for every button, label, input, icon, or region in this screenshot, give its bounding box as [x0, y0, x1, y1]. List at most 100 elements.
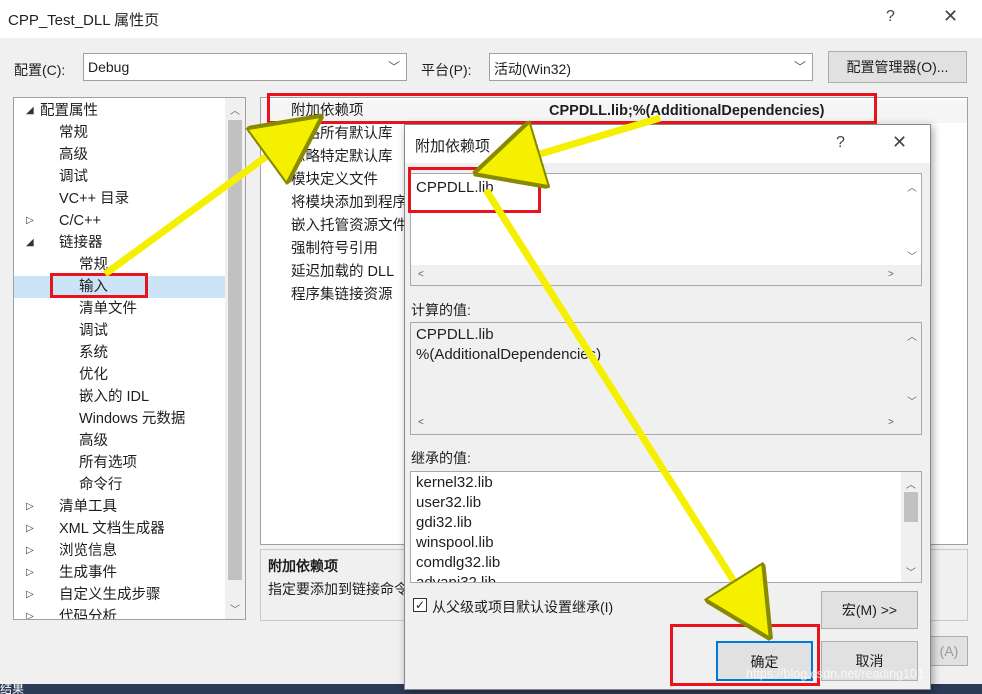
tree-item[interactable]: 常规: [14, 122, 225, 144]
config-manager-button[interactable]: 配置管理器(O)...: [828, 51, 967, 83]
tree-item-label: VC++ 目录: [59, 191, 130, 207]
tree-item[interactable]: Windows 元数据: [14, 408, 225, 430]
tree-item[interactable]: 命令行: [14, 474, 225, 496]
tree-item-label: 高级: [59, 147, 88, 163]
scroll-down-icon[interactable]: ﹀: [230, 601, 240, 616]
tree-item-label: 调试: [59, 169, 88, 185]
collapsed-twisty-icon[interactable]: ▷: [26, 606, 34, 619]
scroll-up-icon[interactable]: ︿: [907, 179, 917, 194]
property-name: 程序集链接资源: [291, 287, 393, 303]
tree-item-label: 高级: [79, 433, 108, 449]
tree-item-label: 生成事件: [59, 565, 117, 581]
tree-item-label: 代码分析: [59, 609, 117, 620]
tree-scroll-thumb[interactable]: [228, 120, 242, 580]
property-name: 模块定义文件: [291, 172, 378, 188]
close-icon[interactable]: ✕: [892, 132, 907, 153]
scroll-left-icon[interactable]: <: [418, 269, 424, 280]
collapsed-twisty-icon[interactable]: ▷: [26, 540, 34, 562]
tree-item-label: 清单工具: [59, 499, 117, 515]
tree-item[interactable]: 调试: [14, 166, 225, 188]
help-icon[interactable]: ?: [886, 8, 895, 26]
tree-item[interactable]: 嵌入的 IDL: [14, 386, 225, 408]
tree-scrollbar[interactable]: ︿ ﹀: [225, 98, 245, 619]
computed-values-box: CPPDLL.lib %(AdditionalDependencies) ︿ ﹀…: [410, 322, 922, 435]
watermark: https://blog.csdn.net/reading101: [746, 667, 924, 681]
collapsed-twisty-icon[interactable]: ▷: [26, 496, 34, 518]
tree-item[interactable]: ◢ 链接器: [14, 232, 225, 254]
collapsed-twisty-icon[interactable]: ▷: [26, 562, 34, 584]
dialog-title: 附加依赖项: [415, 138, 491, 155]
tree-item[interactable]: ▷ 代码分析: [14, 606, 225, 620]
tree-item-label: C/C++: [59, 213, 101, 229]
dependencies-edit-text[interactable]: CPPDLL.lib: [416, 179, 494, 196]
scroll-up-icon[interactable]: ︿: [907, 328, 917, 343]
inherit-checkbox[interactable]: ✓: [413, 598, 427, 612]
property-name: 强制符号引用: [291, 241, 378, 257]
scroll-down-icon[interactable]: ﹀: [906, 564, 916, 579]
collapsed-twisty-icon[interactable]: ▷: [26, 210, 34, 232]
tree-item-label: 常规: [79, 257, 108, 273]
description-heading: 附加依赖项: [268, 558, 338, 574]
scroll-up-icon[interactable]: ︿: [230, 102, 240, 117]
tree-item[interactable]: ▷ 自定义生成步骤: [14, 584, 225, 606]
tree-item[interactable]: VC++ 目录: [14, 188, 225, 210]
tree-item-label: 输入: [79, 279, 108, 295]
computed-horizontal-scrollbar[interactable]: < >: [411, 413, 921, 433]
tree-item-label: 链接器: [59, 235, 103, 251]
tree-item-label: 优化: [79, 367, 108, 383]
property-name: 延迟加载的 DLL: [291, 264, 395, 280]
collapsed-twisty-icon[interactable]: ▷: [26, 518, 34, 540]
property-name: 忽略特定默认库: [291, 149, 393, 165]
expanded-twisty-icon[interactable]: ◢: [26, 100, 34, 122]
property-tree: ◢ 配置属性 常规 高级 调试 VC++ 目录 ▷ C/C++ ◢ 链接器 常规 输入 清单文件 调试 系统…: [13, 97, 246, 620]
tree-item[interactable]: 清单文件: [14, 298, 225, 320]
tree-item[interactable]: 优化: [14, 364, 225, 386]
dependencies-edit-box[interactable]: CPPDLL.lib ︿ ﹀ < >: [410, 173, 922, 286]
inherited-scrollbar[interactable]: ︿ ﹀: [901, 472, 921, 582]
chevron-down-icon: ﹀: [793, 60, 806, 74]
tree-item[interactable]: 常规: [14, 254, 225, 276]
additional-dependencies-dialog: 附加依赖项 ? ✕ CPPDLL.lib ︿ ﹀ < > 计算的值: CPPDL…: [404, 124, 931, 690]
tree-item-label: 常规: [59, 125, 88, 141]
tree-item[interactable]: 输入: [14, 276, 225, 298]
scroll-right-icon[interactable]: >: [888, 417, 894, 428]
tree-item[interactable]: ▷ 清单工具: [14, 496, 225, 518]
tree-item[interactable]: 高级: [14, 430, 225, 452]
property-value[interactable]: CPPDLL.lib;%(AdditionalDependencies): [549, 100, 825, 123]
tree-item-label: 调试: [79, 323, 108, 339]
tree-item[interactable]: 所有选项: [14, 452, 225, 474]
help-icon[interactable]: ?: [836, 134, 845, 152]
scroll-down-icon[interactable]: ﹀: [907, 393, 917, 408]
collapsed-twisty-icon[interactable]: ▷: [26, 584, 34, 606]
scroll-down-icon[interactable]: ﹀: [907, 248, 917, 263]
edit-horizontal-scrollbar[interactable]: < >: [411, 265, 921, 285]
inherited-line: winspool.lib: [416, 534, 494, 551]
inherit-checkbox-label[interactable]: 从父级或项目默认设置继承(I): [432, 597, 613, 617]
config-combo-value: Debug: [88, 59, 130, 75]
computed-line: %(AdditionalDependencies): [416, 346, 602, 363]
tree-item[interactable]: 调试: [14, 320, 225, 342]
tree-item[interactable]: ▷ XML 文档生成器: [14, 518, 225, 540]
tree-item[interactable]: ▷ 生成事件: [14, 562, 225, 584]
platform-combo[interactable]: 活动(Win32) ﹀: [489, 53, 813, 81]
inherited-scroll-thumb[interactable]: [904, 492, 918, 522]
inherited-line: advapi32.lib: [416, 574, 497, 583]
macro-button[interactable]: 宏(M) >>: [821, 591, 918, 629]
tree-item[interactable]: 高级: [14, 144, 225, 166]
scroll-left-icon[interactable]: <: [418, 417, 424, 428]
tree-item[interactable]: ▷ C/C++: [14, 210, 225, 232]
tree-item-label: 浏览信息: [59, 543, 117, 559]
config-combo[interactable]: Debug ﹀: [83, 53, 407, 81]
tree-item[interactable]: 系统: [14, 342, 225, 364]
close-icon[interactable]: ✕: [943, 6, 958, 27]
tree-item[interactable]: ◢ 配置属性: [14, 100, 225, 122]
property-name: 附加依赖项: [291, 103, 364, 119]
tree-item[interactable]: ▷ 浏览信息: [14, 540, 225, 562]
tree-item-label: 清单文件: [79, 301, 137, 317]
scroll-right-icon[interactable]: >: [888, 269, 894, 280]
property-row[interactable]: 附加依赖项 CPPDLL.lib;%(AdditionalDependencies…: [261, 100, 967, 123]
apply-button[interactable]: (A): [930, 636, 968, 666]
expanded-twisty-icon[interactable]: ◢: [26, 232, 34, 254]
scroll-up-icon[interactable]: ︿: [906, 476, 916, 491]
inherited-line: user32.lib: [416, 494, 482, 511]
